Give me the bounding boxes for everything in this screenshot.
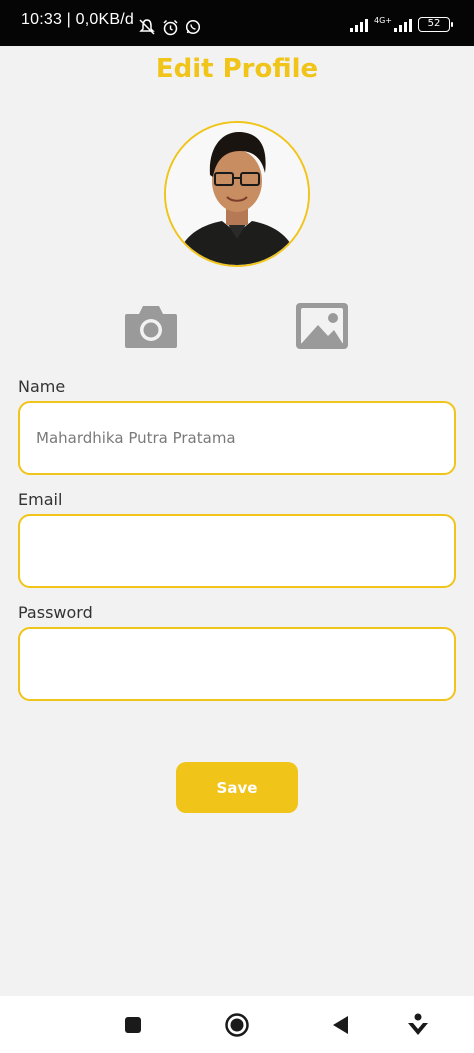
home-button[interactable] — [222, 1010, 252, 1040]
back-triangle-icon — [333, 1016, 348, 1034]
profile-avatar — [164, 121, 310, 267]
camera-button[interactable] — [123, 302, 179, 350]
signal-strength-icon — [350, 18, 368, 32]
name-input[interactable] — [20, 403, 454, 473]
status-time: 10:33 | 0,0KB/d — [21, 11, 135, 28]
network-type-label: 4G+ — [374, 16, 392, 25]
camera-icon — [125, 306, 177, 348]
password-input[interactable] — [20, 629, 454, 699]
square-icon — [125, 1017, 141, 1033]
name-field-container — [18, 401, 456, 475]
system-navigation-bar — [0, 996, 474, 1053]
mute-bell-icon — [139, 19, 155, 35]
signal-strength-icon-2 — [394, 18, 412, 32]
whatsapp-icon — [185, 19, 201, 35]
alarm-icon — [163, 19, 178, 35]
password-label: Password — [18, 603, 93, 622]
profile-photo — [166, 123, 308, 265]
status-notification-icons — [138, 18, 201, 36]
status-bar: 10:33 | 0,0KB/d 4G+ 52 — [0, 0, 474, 46]
battery-level: 52 — [427, 18, 441, 29]
back-button[interactable] — [325, 1010, 355, 1040]
assistant-button[interactable] — [403, 1010, 433, 1040]
image-gallery-icon — [296, 303, 348, 349]
save-button[interactable]: Save — [176, 762, 298, 813]
password-field-container — [18, 627, 456, 701]
name-label: Name — [18, 377, 66, 396]
email-label: Email — [18, 490, 63, 509]
email-input[interactable] — [20, 516, 454, 586]
gallery-button[interactable] — [294, 301, 350, 349]
assistant-icon — [408, 1013, 428, 1035]
status-system-icons: 4G+ 52 — [350, 16, 453, 32]
circle-home-icon — [225, 1013, 249, 1037]
email-field-container — [18, 514, 456, 588]
page-title: Edit Profile — [155, 54, 319, 84]
recent-apps-button[interactable] — [118, 1010, 148, 1040]
battery-icon: 52 — [418, 17, 453, 32]
